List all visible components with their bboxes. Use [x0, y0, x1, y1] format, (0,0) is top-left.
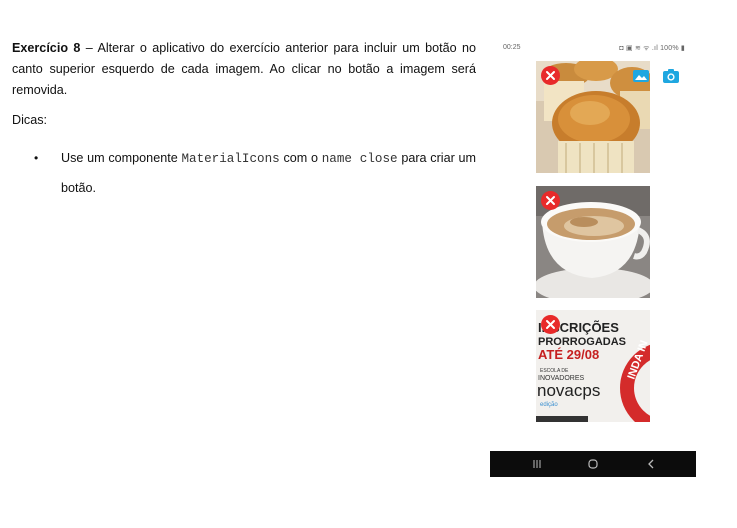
recents-icon	[533, 460, 541, 468]
gallery-button[interactable]	[632, 68, 650, 84]
exercise-paragraph: Exercício 8 – Alterar o aplicativo do ex…	[12, 38, 476, 101]
tips-list: • Use um componente MaterialIcons com o …	[12, 144, 476, 203]
gallery-icon	[633, 70, 649, 82]
close-icon	[546, 71, 555, 80]
poster-line-3: ATÉ 29/08	[538, 347, 599, 362]
exercise-document: Exercício 8 – Alterar o aplicativo do ex…	[12, 38, 476, 203]
status-bar: 00:25 ◘ ▣ ≋ ᯤ .ıl 100% ▮	[490, 44, 696, 56]
phone-screenshot: 00:25 ◘ ▣ ≋ ᯤ .ıl 100% ▮ INSCRIÇÕES PROR…	[490, 38, 696, 478]
tip-text-1: Use um componente	[61, 151, 182, 165]
bullet: •	[34, 151, 39, 165]
status-icons: ◘ ▣ ≋ ᯤ .ıl 100% ▮	[619, 45, 685, 52]
back-button[interactable]	[636, 451, 666, 477]
tips-heading: Dicas:	[12, 113, 47, 127]
poster-photo: INSCRIÇÕES PRORROGADAS ATÉ 29/08 ESCOLA …	[536, 310, 650, 422]
close-button[interactable]	[541, 315, 560, 334]
close-icon	[546, 320, 555, 329]
tip-item: • Use um componente MaterialIcons com o …	[12, 144, 476, 203]
home-icon	[588, 459, 598, 469]
close-icon	[546, 196, 555, 205]
recents-button[interactable]	[522, 451, 552, 477]
home-button[interactable]	[578, 451, 608, 477]
exercise-text: – Alterar o aplicativo do exercício ante…	[12, 41, 476, 97]
coffee-cup-photo	[536, 186, 650, 298]
exercise-title: Exercício 8	[12, 41, 81, 55]
back-icon	[648, 459, 654, 469]
poster-line-6: novacps	[537, 381, 600, 400]
navigation-bar	[490, 451, 696, 477]
camera-icon	[663, 69, 679, 83]
status-time: 00:25	[503, 44, 521, 51]
close-button[interactable]	[541, 191, 560, 210]
camera-button[interactable]	[662, 68, 680, 84]
poster-line-7: edição	[540, 402, 558, 408]
tip-text-2: com o	[279, 151, 322, 165]
tip-code-1: MaterialIcons	[181, 152, 280, 166]
poster-line-4: ESCOLA DE	[540, 368, 569, 374]
tip-code-2: name close	[321, 152, 398, 166]
close-button[interactable]	[541, 66, 560, 85]
